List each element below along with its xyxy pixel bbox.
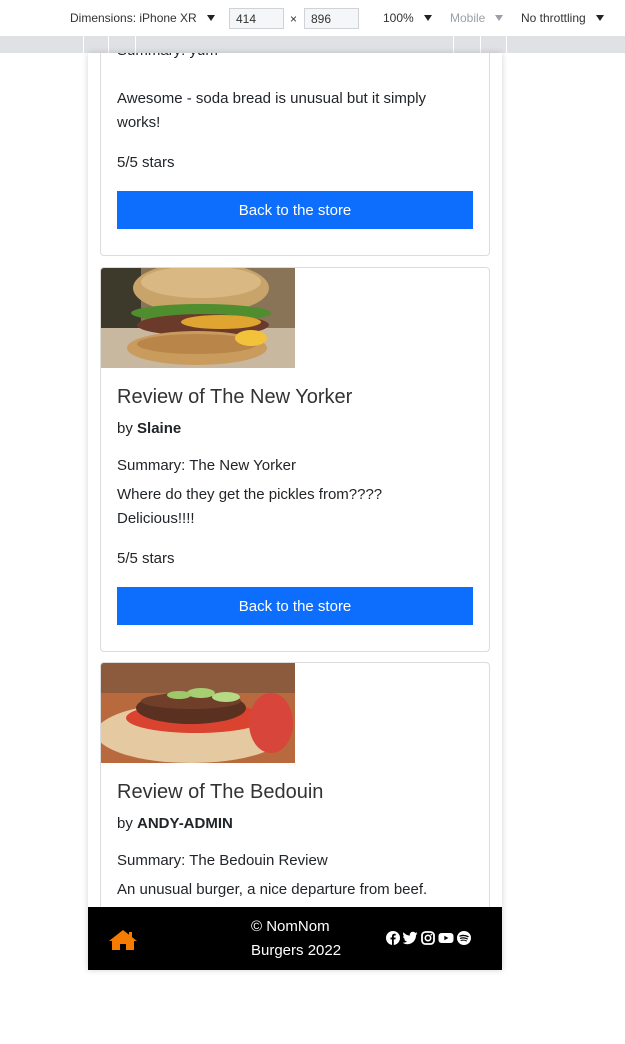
back-to-store-button[interactable]: Back to the store bbox=[117, 191, 473, 229]
spotify-icon[interactable] bbox=[457, 931, 471, 950]
review-author: Slaine bbox=[137, 420, 182, 437]
review-summary: Summary: The New Yorker bbox=[117, 457, 296, 474]
youtube-icon[interactable] bbox=[438, 931, 454, 950]
mode-dropdown[interactable]: Mobile bbox=[450, 11, 504, 25]
chevron-down-icon bbox=[495, 15, 504, 21]
review-byline: by ANDY-ADMIN bbox=[117, 815, 233, 832]
back-to-store-button[interactable]: Back to the store bbox=[117, 587, 473, 625]
byline-prefix: by bbox=[117, 420, 133, 437]
zoom-dropdown[interactable]: 100% bbox=[383, 11, 432, 25]
review-card: Summary: yum Awesome - soda bread is unu… bbox=[100, 53, 490, 256]
height-input[interactable]: 896 bbox=[304, 8, 359, 29]
review-summary: Summary: The Bedouin Review bbox=[117, 852, 328, 869]
review-summary: Summary: yum bbox=[117, 53, 457, 61]
home-icon[interactable] bbox=[108, 929, 138, 956]
byline-prefix: by bbox=[117, 815, 133, 832]
review-text: An unusual burger, a nice departure from… bbox=[117, 881, 428, 898]
review-author: ANDY-ADMIN bbox=[137, 815, 233, 832]
site-footer: © NomNom Burgers 2022 bbox=[88, 907, 502, 970]
device-dropdown[interactable]: Dimensions: iPhone XR bbox=[70, 11, 215, 25]
throttling-label: No throttling bbox=[521, 11, 586, 25]
review-title: Review of The New Yorker bbox=[117, 386, 353, 408]
media-query-ruler[interactable] bbox=[0, 36, 625, 53]
review-rating: 5/5 stars bbox=[117, 154, 175, 171]
device-label: Dimensions: iPhone XR bbox=[70, 11, 197, 25]
social-links bbox=[386, 931, 471, 950]
chevron-down-icon bbox=[423, 15, 432, 21]
mode-label: Mobile bbox=[450, 11, 486, 25]
review-text: Where do they get the pickles from???? D… bbox=[117, 486, 383, 527]
times-sign: × bbox=[290, 12, 298, 26]
throttling-dropdown[interactable]: No throttling bbox=[521, 11, 604, 25]
review-title: Review of The Bedouin bbox=[117, 781, 324, 803]
device-viewport: Summary: yum Awesome - soda bread is unu… bbox=[88, 53, 502, 970]
review-rating: 5/5 stars bbox=[117, 550, 175, 567]
review-byline: by Slaine bbox=[117, 420, 181, 437]
review-text: Awesome - soda bread is unusual but it s… bbox=[117, 90, 427, 131]
burger-image bbox=[101, 268, 295, 368]
width-input[interactable]: 414 bbox=[229, 8, 284, 29]
review-card: Review of The New Yorker by Slaine Summa… bbox=[100, 267, 490, 652]
instagram-icon[interactable] bbox=[421, 931, 435, 950]
burger-image bbox=[101, 663, 295, 763]
facebook-icon[interactable] bbox=[386, 931, 400, 950]
zoom-label: 100% bbox=[383, 11, 414, 25]
chevron-down-icon bbox=[595, 15, 604, 21]
footer-copyright: © NomNom Burgers 2022 bbox=[251, 918, 342, 959]
twitter-icon[interactable] bbox=[402, 931, 418, 950]
chevron-down-icon bbox=[206, 15, 215, 21]
devtools-toolbar: Dimensions: iPhone XR 414 × 896 100% Mob… bbox=[0, 0, 625, 36]
